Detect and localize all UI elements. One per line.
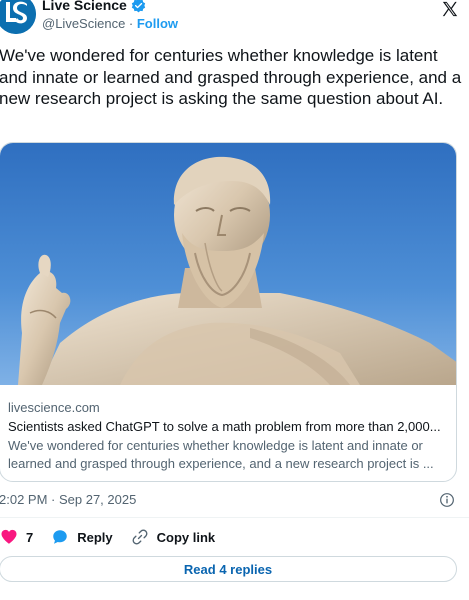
reply-label: Reply bbox=[77, 529, 113, 545]
card-image[interactable] bbox=[0, 143, 456, 385]
link-icon bbox=[132, 529, 148, 545]
heart-icon bbox=[1, 529, 17, 544]
read-replies-label: Read 4 replies bbox=[183, 561, 273, 577]
action-bar: 7 Reply Copy link bbox=[0, 526, 233, 548]
like-button[interactable]: 7 bbox=[0, 528, 33, 546]
reply-bubble-icon bbox=[53, 530, 67, 544]
handle-row: @LiveScience · Follow bbox=[42, 16, 178, 31]
tweet-header: Live Science @LiveScience · Follow bbox=[0, 0, 469, 38]
author-name-row[interactable]: Live Science bbox=[42, 0, 146, 13]
copy-link-button[interactable]: Copy link bbox=[131, 528, 216, 546]
divider bbox=[0, 517, 469, 518]
x-logo-icon[interactable] bbox=[441, 0, 459, 18]
author-name[interactable]: Live Science bbox=[42, 0, 127, 13]
tweet-card: Live Science @LiveScience · Follow We've… bbox=[0, 0, 469, 600]
card-description: We've wondered for centuries whether kno… bbox=[8, 438, 434, 471]
info-icon[interactable] bbox=[439, 492, 455, 508]
copy-link-label: Copy link bbox=[156, 529, 216, 545]
card-meta: livescience.com Scientists asked ChatGPT… bbox=[8, 399, 452, 473]
verified-badge-icon bbox=[131, 0, 146, 12]
timestamp-row: 2:02 PM · Sep 27, 2025 bbox=[0, 490, 465, 510]
card-title[interactable]: Scientists asked ChatGPT to solve a math… bbox=[8, 417, 452, 437]
like-count: 7 bbox=[26, 529, 34, 545]
livescience-logo-icon bbox=[0, 0, 36, 34]
author-handle[interactable]: @LiveScience bbox=[42, 16, 125, 31]
link-preview-card[interactable]: livescience.com Scientists asked ChatGPT… bbox=[0, 142, 457, 482]
read-replies-button[interactable]: Read 4 replies bbox=[0, 556, 457, 582]
card-domain[interactable]: livescience.com bbox=[8, 399, 452, 417]
timestamp[interactable]: 2:02 PM · Sep 27, 2025 bbox=[0, 492, 136, 507]
reply-button[interactable]: Reply bbox=[51, 528, 113, 546]
tweet-text: We've wondered for centuries whether kno… bbox=[0, 46, 462, 108]
plato-statue-image bbox=[0, 143, 456, 385]
handle-separator: · bbox=[125, 16, 137, 31]
follow-button[interactable]: Follow bbox=[137, 16, 178, 31]
avatar[interactable] bbox=[0, 0, 36, 34]
